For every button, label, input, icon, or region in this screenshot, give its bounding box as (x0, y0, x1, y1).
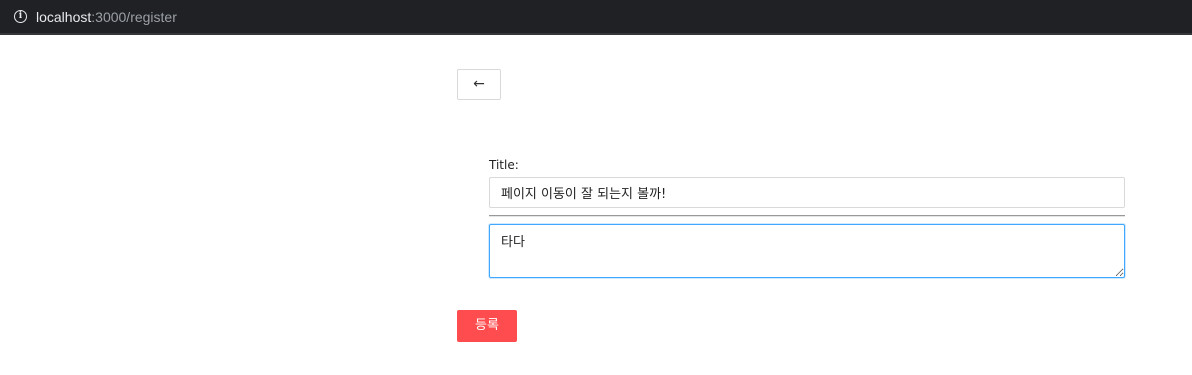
url-path: :3000/register (91, 9, 177, 25)
submit-button[interactable]: 등록 (457, 310, 517, 342)
browser-address-bar: i localhost:3000/register (0, 0, 1192, 35)
title-input[interactable] (489, 177, 1125, 208)
url-field[interactable]: localhost:3000/register (36, 9, 177, 26)
divider (489, 215, 1125, 217)
url-host: localhost (36, 9, 92, 25)
title-label: Title: (489, 158, 519, 172)
content-textarea[interactable]: 타다 (489, 224, 1125, 278)
info-icon[interactable]: i (14, 10, 27, 23)
back-button[interactable]: ← (457, 69, 501, 100)
